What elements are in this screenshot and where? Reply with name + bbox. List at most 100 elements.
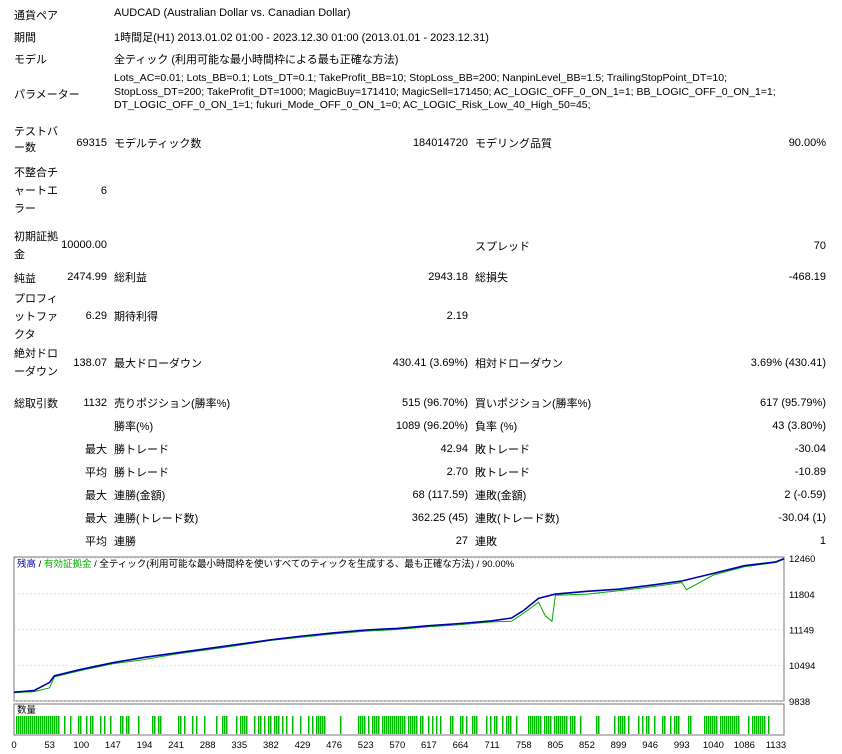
volume-bar [178,716,180,734]
volume-bar [322,716,324,734]
volume-bar [730,716,732,734]
volume-bar [16,716,18,734]
legend-equity: 有効証拠金 [44,558,92,570]
volume-bar [428,716,430,734]
volume-bar [450,716,452,734]
y-tick-label: 11149 [789,626,814,637]
volume-bar [732,716,734,734]
x-tick-label: 852 [579,740,595,751]
volume-bar [414,716,416,734]
volume-bar [384,716,386,734]
volume-bar [138,716,140,734]
x-tick-label: 147 [105,740,121,751]
volume-bar [404,716,406,734]
volume-bar [402,716,404,734]
volume-bar [36,716,38,734]
volume-bar [510,716,512,734]
volume-bar [462,716,464,734]
x-tick-label: 194 [137,740,153,751]
volume-bar [614,716,616,734]
y-tick-label: 9838 [789,697,810,708]
volume-bar [554,716,556,734]
volume-bar [18,716,20,734]
volume-bar [226,716,228,734]
volume-bar [86,716,88,734]
volume-bar [534,716,536,734]
volume-bar [452,716,454,734]
volume-bar [648,716,650,734]
volume-bar [52,716,54,734]
volume-bar [716,716,718,734]
volume-bar [676,716,678,734]
volume-bar [368,716,370,734]
volume-bar [40,716,42,734]
volume-bar [58,716,60,734]
x-tick-label: 523 [358,740,374,751]
volume-bar [624,716,626,734]
volume-bar [258,716,260,734]
x-tick-label: 53 [44,740,55,751]
volume-bar [476,716,478,734]
volume-bar [292,716,294,734]
volume-bar [270,716,272,734]
volume-bar [20,716,22,734]
volume-bar [412,716,414,734]
volume-bar [50,716,52,734]
volume-bar [320,716,322,734]
volume-bar [274,716,276,734]
volume-bar [386,716,388,734]
y-tick-label: 11804 [789,590,815,601]
volume-bar [56,716,58,734]
volume-bar [222,716,224,734]
volume-bar [704,716,706,734]
volume-bar [550,716,552,734]
volume-bar [618,716,620,734]
volume-bar [392,716,394,734]
volume-bar [390,716,392,734]
x-tick-label: 1040 [703,740,724,751]
volume-bar [158,716,160,734]
volume-bar [496,716,498,734]
volume-bar [192,716,194,734]
volume-bar [714,716,716,734]
volume-bar [728,716,730,734]
volume-bar [724,716,726,734]
volume-bar [196,716,198,734]
legend-separator-1: / [36,559,44,570]
volume-bar [44,716,46,734]
volume-bar [204,716,206,734]
volume-bar [502,716,504,734]
volume-bar [596,716,598,734]
volume-bar [396,716,398,734]
volume-bar [738,716,740,734]
volume-bar [432,716,434,734]
volume-bar [394,716,396,734]
legend-model: 全ティック(利用可能な最小時間枠を使いすべてのティックを生成する、最も正確な方法… [99,558,474,570]
volume-bar [726,716,728,734]
volume-bar [570,716,572,734]
volume-bar [690,716,692,734]
volume-bar [70,716,72,734]
volume-bar [400,716,402,734]
volume-bar [224,716,226,734]
volume-bar [758,716,760,734]
volume-bar [678,716,680,734]
volume-bar [286,716,288,734]
volume-bar [236,716,238,734]
volume-bar [532,716,534,734]
volume-bar [316,716,318,734]
x-tick-label: 429 [295,740,311,751]
volume-bar [506,716,508,734]
volume-bar [556,716,558,734]
volume-bar [276,716,278,734]
volume-bar [664,716,666,734]
legend-separator-3: / [474,559,482,570]
y-tick-labels: 12460 11804 11149 10494 9838 [789,554,815,708]
volume-bar [34,716,36,734]
volume-bar [54,716,56,734]
x-tick-label: 288 [200,740,216,751]
volume-bar [572,716,574,734]
volume-bar [372,716,374,734]
volume-bar [654,716,656,734]
volume-bar [48,716,50,734]
